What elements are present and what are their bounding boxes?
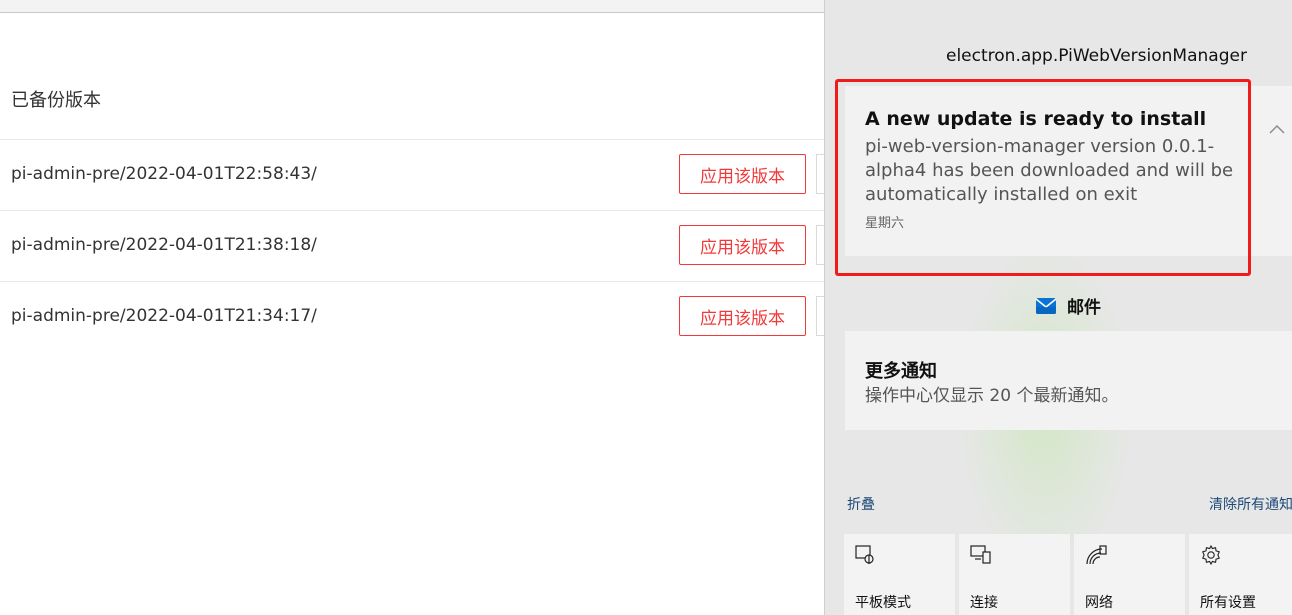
update-notification[interactable]: A new update is ready to install pi-web-…: [845, 86, 1292, 256]
notification-time: 星期六: [865, 216, 905, 231]
version-row: pi-admin-pre/2022-04-01T22:58:43/ 应用该版本: [0, 139, 836, 210]
all-settings-tile[interactable]: 所有设置: [1189, 534, 1292, 615]
more-notifications-title: 更多通知: [865, 361, 937, 382]
network-tile[interactable]: 网络: [1074, 534, 1185, 615]
more-notifications-card: 更多通知 操作中心仅显示 20 个最新通知。: [845, 331, 1292, 430]
version-name: pi-admin-pre/2022-04-01T22:58:43/: [11, 164, 317, 184]
version-name: pi-admin-pre/2022-04-01T21:34:17/: [11, 306, 317, 326]
settings-gear-icon: [1202, 545, 1220, 565]
apply-version-button[interactable]: 应用该版本: [679, 296, 806, 336]
network-label: 网络: [1085, 595, 1113, 611]
notification-app-header: electron.app.PiWebVersionManager: [946, 46, 1247, 66]
all-settings-label: 所有设置: [1200, 595, 1256, 611]
collapse-link[interactable]: 折叠: [847, 494, 875, 514]
chevron-up-icon[interactable]: [1267, 120, 1287, 140]
notification-body: pi-web-version-manager version 0.0.1-alp…: [865, 136, 1234, 205]
tablet-mode-label: 平板模式: [855, 595, 911, 611]
mail-icon: [1035, 297, 1057, 314]
action-center-panel: electron.app.PiWebVersionManager A new u…: [824, 0, 1292, 615]
apply-version-button[interactable]: 应用该版本: [679, 154, 806, 194]
mail-group-header[interactable]: 邮件: [1035, 293, 1101, 318]
version-row: pi-admin-pre/2022-04-01T21:34:17/ 应用该版本: [0, 281, 836, 352]
notification-title: A new update is ready to install: [865, 108, 1207, 130]
more-notifications-description: 操作中心仅显示 20 个最新通知。: [865, 386, 1119, 406]
mail-label: 邮件: [1067, 298, 1101, 318]
connect-icon: [970, 545, 991, 564]
apply-version-button[interactable]: 应用该版本: [679, 225, 806, 265]
tablet-mode-tile[interactable]: 平板模式: [844, 534, 955, 615]
clear-all-notifications-link[interactable]: 清除所有通知: [1209, 494, 1292, 514]
version-name: pi-admin-pre/2022-04-01T21:38:18/: [11, 235, 317, 255]
window-top-edge: [0, 0, 824, 13]
network-icon: [1086, 545, 1107, 565]
connect-tile[interactable]: 连接: [959, 534, 1070, 615]
tablet-mode-icon: [855, 545, 874, 564]
connect-label: 连接: [970, 595, 998, 611]
version-row: pi-admin-pre/2022-04-01T21:38:18/ 应用该版本: [0, 210, 836, 281]
section-title: 已备份版本: [11, 90, 101, 111]
